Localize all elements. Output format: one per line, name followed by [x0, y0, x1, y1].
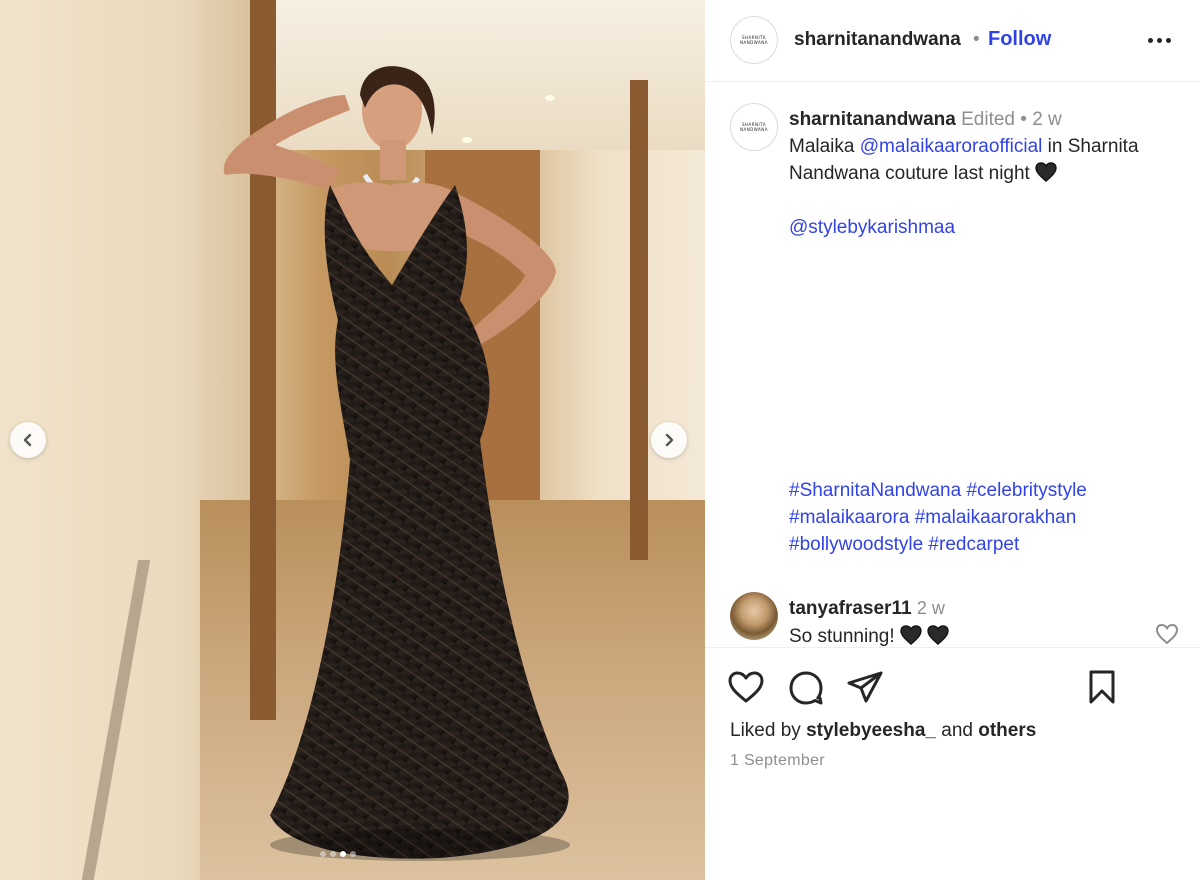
author-avatar[interactable]: SHARNITA NANDWANA: [730, 16, 778, 64]
comments-area[interactable]: SHARNITA NANDWANA sharnitanandwana Edite…: [705, 82, 1200, 648]
black-heart-emoji-icon: [900, 625, 922, 645]
hashtag-link[interactable]: #bollywoodstyle: [789, 534, 923, 555]
commenter-username[interactable]: tanyafraser11: [789, 598, 912, 619]
caption-text-before: Malaika: [789, 136, 855, 157]
save-button[interactable]: [1083, 668, 1121, 706]
author-username[interactable]: sharnitanandwana: [794, 29, 961, 51]
more-options-button[interactable]: [1148, 30, 1174, 50]
edited-label: Edited: [961, 109, 1015, 130]
caption-time[interactable]: 2 w: [1032, 109, 1062, 130]
chevron-left-icon: [23, 433, 32, 447]
post-header: SHARNITA NANDWANA sharnitanandwana • Fol…: [705, 0, 1200, 82]
ellipsis-icon: [1166, 37, 1171, 43]
woman-in-black-gown: [223, 66, 570, 861]
liked-by-others[interactable]: others: [978, 720, 1036, 741]
speech-bubble-icon: [789, 671, 823, 705]
paper-plane-icon: [847, 671, 883, 703]
likes-summary: Liked by stylebyeesha_ and others: [730, 720, 1036, 742]
carousel-dot: [330, 851, 336, 857]
comment-button[interactable]: [787, 668, 825, 706]
hashtag-link[interactable]: #redcarpet: [928, 534, 1019, 555]
ellipsis-icon: [1148, 37, 1153, 43]
post-image[interactable]: [0, 0, 705, 880]
comment-text: So stunning!: [789, 626, 895, 647]
chevron-right-icon: [665, 433, 674, 447]
post-date[interactable]: 1 September: [730, 752, 825, 770]
header-separator: •: [973, 29, 980, 50]
follow-button[interactable]: Follow: [988, 28, 1051, 51]
mention-link[interactable]: @malaikaaroraofficial: [860, 136, 1043, 157]
share-button[interactable]: [846, 668, 884, 706]
hashtag-link[interactable]: #SharnitaNandwana: [789, 480, 961, 501]
post-caption: sharnitanandwana Edited • 2 w Malaika @m…: [789, 106, 1184, 241]
liked-by-prefix: Liked by: [730, 720, 801, 741]
caption-avatar[interactable]: SHARNITA NANDWANA: [730, 103, 778, 151]
post-actions: [705, 668, 1200, 708]
carousel-next-button[interactable]: [651, 422, 687, 458]
hashtag-link[interactable]: #malaikaarora: [789, 507, 909, 528]
carousel-prev-button[interactable]: [10, 422, 46, 458]
liked-by-and: and: [941, 720, 973, 741]
comment-item: tanyafraser11 2 w So stunning!: [789, 594, 1129, 647]
hashtag-link[interactable]: #malaikaarorakhan: [915, 507, 1077, 528]
carousel-dot: [350, 851, 356, 857]
black-heart-emoji-icon: [1035, 162, 1057, 182]
carousel-dot: [340, 851, 346, 857]
caption-logo: SHARNITA NANDWANA: [739, 122, 768, 132]
hashtags: #SharnitaNandwana #celebritystyle #malai…: [789, 477, 1184, 558]
commenter-avatar[interactable]: [730, 592, 778, 640]
mention-link-stylist[interactable]: @stylebykarishmaa: [789, 217, 955, 238]
heart-outline-icon: [728, 671, 764, 703]
carousel-dot: [320, 851, 326, 857]
like-button[interactable]: [727, 668, 765, 706]
liked-by-user[interactable]: stylebyeesha_: [806, 720, 936, 741]
carousel-indicator: [320, 851, 356, 857]
caption-username[interactable]: sharnitanandwana: [789, 109, 956, 130]
ellipsis-icon: [1157, 37, 1162, 43]
bookmark-icon: [1089, 670, 1115, 704]
meta-dot: •: [1020, 109, 1027, 130]
comment-time[interactable]: 2 w: [917, 598, 945, 618]
hashtag-link[interactable]: #celebritystyle: [966, 480, 1086, 501]
black-heart-emoji-icon: [927, 625, 949, 645]
post-sidebar: SHARNITA NANDWANA sharnitanandwana • Fol…: [705, 0, 1200, 880]
author-logo: SHARNITA NANDWANA: [739, 35, 768, 45]
comment-like-icon[interactable]: [1155, 623, 1179, 645]
